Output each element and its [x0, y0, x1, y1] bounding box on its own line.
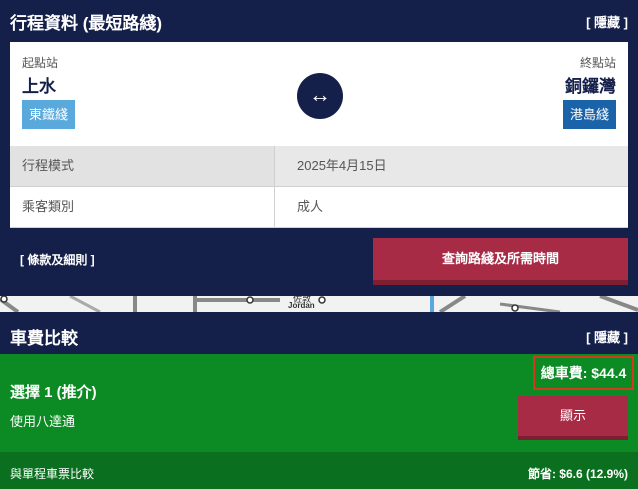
hide-fare-link[interactable]: [ 隱藏 ]: [586, 327, 628, 346]
origin-station[interactable]: 上水: [22, 72, 56, 97]
saving-amount: 節省: $6.6 (12.9%): [527, 467, 628, 481]
table-row: 行程模式 2025年4月15日: [10, 146, 628, 187]
terms-link[interactable]: [ 條款及細則 ]: [20, 251, 95, 268]
journey-title: 行程資料 (最短路綫): [10, 14, 163, 33]
passenger-value[interactable]: 成人: [275, 187, 628, 227]
query-route-button[interactable]: 查詢路綫及所需時間: [373, 238, 628, 285]
route-map-strip: 佐敦 Jordan: [0, 296, 638, 312]
destination-label: 終點站: [579, 56, 616, 70]
destination-station[interactable]: 銅鑼灣: [565, 72, 616, 97]
table-row: 乘客類別 成人: [10, 187, 628, 228]
option-subtitle: 使用八達通: [10, 414, 76, 429]
swap-stations-icon[interactable]: ↔: [297, 73, 343, 119]
journey-details-table: 行程模式 2025年4月15日 乘客類別 成人: [10, 146, 628, 228]
map-lines-graphic: [0, 296, 638, 312]
fare-title: 車費比較: [10, 329, 78, 348]
mode-label: 行程模式: [10, 146, 275, 186]
hide-journey-link[interactable]: [ 隱藏 ]: [586, 12, 628, 31]
map-station-en: Jordan: [288, 301, 315, 310]
origin-line-badge[interactable]: 東鐵綫: [22, 100, 76, 129]
compare-label: 與單程車票比較: [10, 467, 95, 481]
mode-value[interactable]: 2025年4月15日: [275, 146, 628, 186]
passenger-label: 乘客類別: [10, 187, 275, 227]
destination-line-badge[interactable]: 港島綫: [562, 100, 616, 129]
total-fare: 總車費: $44.4: [533, 356, 634, 390]
show-button[interactable]: 顯示: [518, 396, 628, 440]
origin-label: 起點站: [22, 56, 59, 70]
option-title: 選擇 1 (推介): [10, 384, 97, 401]
